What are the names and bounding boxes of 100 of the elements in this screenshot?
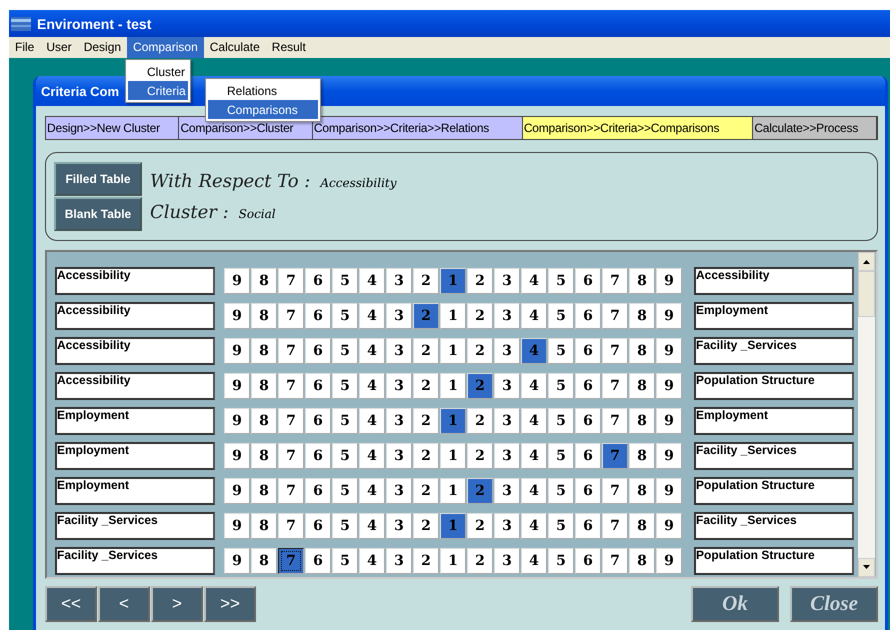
scale-cell[interactable]: 4: [359, 338, 385, 364]
scale-cell[interactable]: 4: [359, 478, 385, 504]
scale-cell[interactable]: 6: [575, 548, 601, 574]
scale-cell[interactable]: 9: [656, 303, 682, 330]
scale-cell[interactable]: 3: [386, 408, 412, 434]
scale-cell[interactable]: 5: [548, 303, 574, 330]
scale-cell[interactable]: 4: [359, 408, 385, 434]
scale-cell[interactable]: 7: [278, 548, 304, 574]
scale-cell[interactable]: 5: [548, 408, 574, 434]
scale-cell[interactable]: 7: [278, 478, 304, 504]
scale-cell[interactable]: 8: [629, 443, 655, 470]
scale-cell[interactable]: 6: [305, 478, 331, 504]
scale-cell[interactable]: 8: [629, 373, 655, 400]
scale-cell[interactable]: 6: [305, 443, 331, 470]
scale-cell[interactable]: 3: [386, 443, 412, 470]
scale-cell[interactable]: 3: [386, 548, 412, 574]
scale-cell[interactable]: 9: [656, 548, 682, 574]
scale-cell[interactable]: 5: [548, 478, 574, 504]
scale-cell[interactable]: 5: [332, 303, 358, 330]
scale-cell[interactable]: 7: [278, 513, 304, 540]
scale-cell[interactable]: 3: [494, 373, 520, 400]
menu-option[interactable]: Comparisons: [208, 100, 318, 119]
scale-cell[interactable]: 2: [467, 303, 493, 330]
scale-cell[interactable]: 9: [656, 513, 682, 540]
scale-cell[interactable]: 5: [332, 408, 358, 434]
scale-cell[interactable]: 7: [602, 268, 628, 294]
scale-cell[interactable]: 3: [494, 548, 520, 574]
scale-cell[interactable]: 5: [332, 338, 358, 364]
scale-cell[interactable]: 1: [440, 478, 466, 504]
scale-cell[interactable]: 8: [251, 303, 277, 330]
action-button[interactable]: Ok: [691, 586, 779, 622]
menu-item[interactable]: Design: [78, 37, 128, 58]
scale-cell[interactable]: 6: [575, 303, 601, 330]
scale-cell[interactable]: 3: [386, 303, 412, 330]
scale-cell[interactable]: 2: [413, 513, 439, 540]
nav-button[interactable]: <<: [45, 586, 97, 622]
scale-cell[interactable]: 4: [521, 338, 547, 364]
scale-cell[interactable]: 8: [251, 338, 277, 364]
menu-item[interactable]: User: [40, 37, 78, 58]
scale-cell[interactable]: 8: [629, 338, 655, 364]
scale-cell[interactable]: 2: [413, 443, 439, 470]
scale-cell[interactable]: 5: [332, 268, 358, 294]
scale-cell[interactable]: 6: [575, 373, 601, 400]
scale-cell[interactable]: 3: [494, 478, 520, 504]
scale-cell[interactable]: 8: [251, 268, 277, 294]
scale-cell[interactable]: 4: [359, 373, 385, 400]
scale-cell[interactable]: 6: [575, 443, 601, 470]
scale-cell[interactable]: 8: [251, 443, 277, 470]
menu-item[interactable]: Comparison: [127, 37, 204, 58]
scale-cell[interactable]: 2: [413, 478, 439, 504]
scale-cell[interactable]: 3: [494, 408, 520, 434]
scale-cell[interactable]: 5: [548, 443, 574, 470]
scale-cell[interactable]: 8: [251, 408, 277, 434]
nav-button[interactable]: >: [151, 586, 203, 622]
scale-cell[interactable]: 4: [521, 408, 547, 434]
scale-cell[interactable]: 9: [224, 373, 250, 400]
table-button[interactable]: Blank Table: [54, 197, 142, 232]
scale-cell[interactable]: 5: [332, 478, 358, 504]
scale-cell[interactable]: 6: [575, 408, 601, 434]
scale-cell[interactable]: 1: [440, 303, 466, 330]
scroll-thumb[interactable]: [858, 271, 875, 318]
scale-cell[interactable]: 3: [494, 513, 520, 540]
scale-cell[interactable]: 3: [386, 513, 412, 540]
scale-cell[interactable]: 9: [656, 268, 682, 294]
scale-cell[interactable]: 9: [224, 408, 250, 434]
scale-cell[interactable]: 2: [413, 548, 439, 574]
up-arrow-icon[interactable]: [863, 260, 870, 264]
scale-cell[interactable]: 4: [521, 548, 547, 574]
scale-cell[interactable]: 4: [359, 268, 385, 294]
scale-cell[interactable]: 7: [602, 478, 628, 504]
scale-cell[interactable]: 3: [386, 478, 412, 504]
scale-cell[interactable]: 7: [602, 548, 628, 574]
scale-cell[interactable]: 4: [521, 443, 547, 470]
scale-cell[interactable]: 5: [548, 548, 574, 574]
scale-cell[interactable]: 9: [656, 373, 682, 400]
scale-cell[interactable]: 2: [467, 513, 493, 540]
scale-cell[interactable]: 8: [251, 478, 277, 504]
action-button[interactable]: Close: [790, 586, 878, 622]
scale-cell[interactable]: 6: [305, 338, 331, 364]
scale-cell[interactable]: 4: [359, 548, 385, 574]
scale-cell[interactable]: 9: [224, 268, 250, 294]
scale-cell[interactable]: 2: [467, 478, 493, 504]
scale-cell[interactable]: 9: [656, 478, 682, 504]
scale-cell[interactable]: 8: [629, 408, 655, 434]
scale-cell[interactable]: 6: [575, 338, 601, 364]
scale-cell[interactable]: 6: [575, 268, 601, 294]
scale-cell[interactable]: 8: [251, 373, 277, 400]
scale-cell[interactable]: 6: [305, 408, 331, 434]
scale-cell[interactable]: 7: [278, 303, 304, 330]
scale-cell[interactable]: 9: [656, 408, 682, 434]
menu-option[interactable]: Criteria: [128, 81, 188, 100]
scale-cell[interactable]: 2: [413, 303, 439, 330]
scale-cell[interactable]: 1: [440, 443, 466, 470]
scale-cell[interactable]: 7: [278, 338, 304, 364]
scale-cell[interactable]: 2: [413, 373, 439, 400]
scale-cell[interactable]: 5: [548, 268, 574, 294]
scale-cell[interactable]: 7: [602, 513, 628, 540]
scale-cell[interactable]: 4: [359, 303, 385, 330]
scale-cell[interactable]: 7: [602, 303, 628, 330]
scale-cell[interactable]: 2: [413, 338, 439, 364]
